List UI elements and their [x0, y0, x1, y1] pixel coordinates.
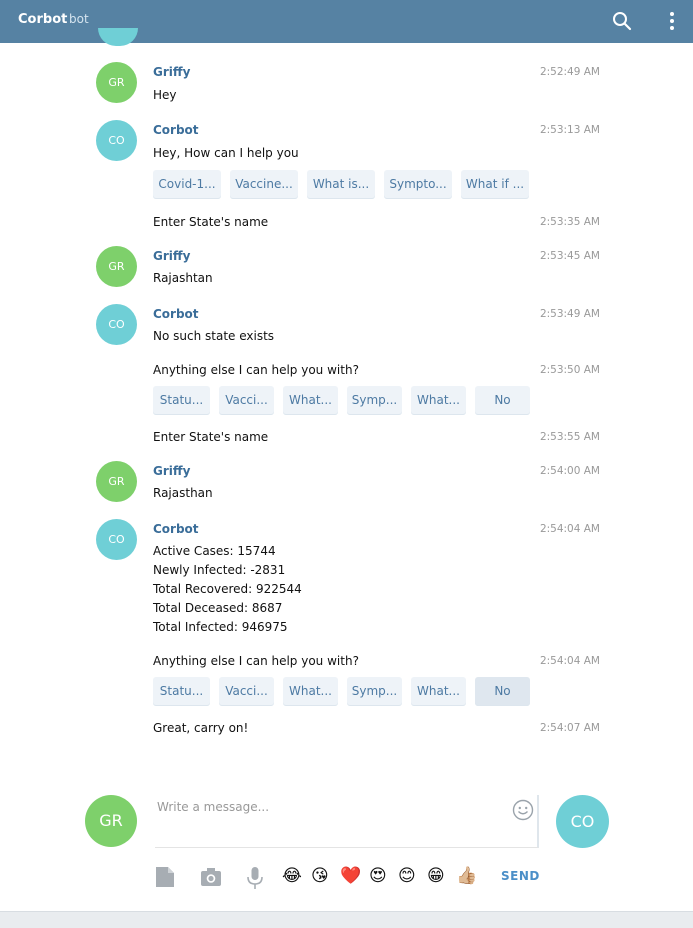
bot-button[interactable]: Statu...	[153, 386, 210, 415]
camera-icon[interactable]	[200, 866, 222, 888]
keyboard-buttons: Covid-1... Vaccine... What is... Sympto.…	[153, 170, 529, 199]
message-text: Anything else I can help you with?	[153, 363, 359, 377]
message-composer	[155, 795, 539, 848]
message-time: 2:54:04 AM	[539, 523, 600, 535]
sender-name[interactable]: Griffy	[153, 249, 190, 263]
message-time: 2:54:00 AM	[539, 465, 600, 477]
avatar	[98, 28, 138, 46]
sender-name[interactable]: Corbot	[153, 307, 199, 321]
emoji-heart-icon[interactable]: ❤️	[340, 864, 361, 888]
sender-name[interactable]: Corbot	[153, 123, 199, 137]
emoji-heart-eyes-icon[interactable]: 😍	[369, 864, 387, 888]
bot-button[interactable]: Statu...	[153, 677, 210, 706]
message-text: Hey, How can I help you	[153, 146, 299, 160]
emoji-smile-icon[interactable]: 😊	[398, 864, 416, 888]
emoji-kiss-icon[interactable]: 😘	[311, 864, 329, 888]
bot-button-selected[interactable]: No	[475, 677, 530, 706]
peer-avatar[interactable]: CO	[556, 795, 609, 848]
bot-button[interactable]: What...	[411, 677, 466, 706]
emoji-icon[interactable]	[512, 799, 534, 821]
bot-button[interactable]: No	[475, 386, 530, 415]
message-time: 2:53:55 AM	[539, 431, 600, 443]
sender-name[interactable]: Corbot	[153, 522, 199, 536]
sender-name[interactable]: Griffy	[153, 65, 190, 79]
emoji-thumbs-up-icon[interactable]: 👍🏼	[456, 864, 477, 888]
avatar[interactable]: GR	[96, 246, 137, 287]
message-text: Newly Infected: -2831	[153, 563, 286, 577]
chat-subtitle: bot	[69, 12, 89, 26]
message-text: Hey	[153, 88, 177, 102]
message-time: 2:53:50 AM	[539, 364, 600, 376]
avatar[interactable]: CO	[96, 120, 137, 161]
bot-button[interactable]: Vacci...	[219, 386, 274, 415]
bot-button[interactable]: Sympto...	[384, 170, 452, 199]
bot-button[interactable]: Vaccine...	[230, 170, 298, 199]
more-vertical-icon[interactable]	[660, 9, 684, 33]
search-icon[interactable]	[610, 9, 634, 33]
bot-button[interactable]: Symp...	[347, 386, 402, 415]
keyboard-buttons: Statu... Vacci... What... Symp... What..…	[153, 677, 530, 706]
message-text: Enter State's name	[153, 430, 269, 444]
message-text: Active Cases: 15744	[153, 544, 276, 558]
message-text: Rajasthan	[153, 486, 213, 500]
message-text: Total Deceased: 8687	[153, 601, 283, 615]
emoji-laugh-icon[interactable]: 😂	[282, 864, 302, 888]
message-input[interactable]	[155, 795, 499, 819]
emoji-grin-icon[interactable]: 😁	[427, 864, 445, 888]
bot-button[interactable]: What if ...	[461, 170, 529, 199]
keyboard-buttons: Statu... Vacci... What... Symp... What..…	[153, 386, 530, 415]
send-button[interactable]: SEND	[501, 869, 540, 883]
document-icon[interactable]	[155, 866, 177, 888]
message-time: 2:53:45 AM	[539, 250, 600, 262]
message-text: Total Infected: 946975	[153, 620, 288, 634]
message-text: No such state exists	[153, 329, 275, 343]
avatar[interactable]: GR	[96, 461, 137, 502]
bot-button[interactable]: What...	[411, 386, 466, 415]
my-avatar[interactable]: GR	[85, 795, 137, 847]
avatar[interactable]: CO	[96, 304, 137, 345]
message-text: Enter State's name	[153, 215, 269, 229]
message-text: Rajashtan	[153, 271, 213, 285]
message-time: 2:53:49 AM	[539, 308, 600, 320]
message-time: 2:54:07 AM	[539, 722, 600, 734]
microphone-icon[interactable]	[245, 866, 267, 889]
sender-name[interactable]: Griffy	[153, 464, 190, 478]
bottom-bar	[0, 911, 693, 928]
bot-button[interactable]: Vacci...	[219, 677, 274, 706]
message-time: 2:53:13 AM	[539, 124, 600, 136]
avatar[interactable]: GR	[96, 62, 137, 103]
bot-button[interactable]: Symp...	[347, 677, 402, 706]
message-text: Anything else I can help you with?	[153, 654, 359, 668]
bot-button[interactable]: What...	[283, 386, 338, 415]
message-time: 2:52:49 AM	[539, 66, 600, 78]
message-time: 2:53:35 AM	[539, 216, 600, 228]
avatar[interactable]: CO	[96, 519, 137, 560]
bot-button[interactable]: What...	[283, 677, 338, 706]
message-time: 2:54:04 AM	[539, 655, 600, 667]
bot-button[interactable]: What is...	[307, 170, 375, 199]
message-text: Great, carry on!	[153, 721, 249, 735]
chat-title[interactable]: Corbot	[18, 12, 67, 27]
bot-button[interactable]: Covid-1...	[153, 170, 221, 199]
message-text: Total Recovered: 922544	[153, 582, 302, 596]
